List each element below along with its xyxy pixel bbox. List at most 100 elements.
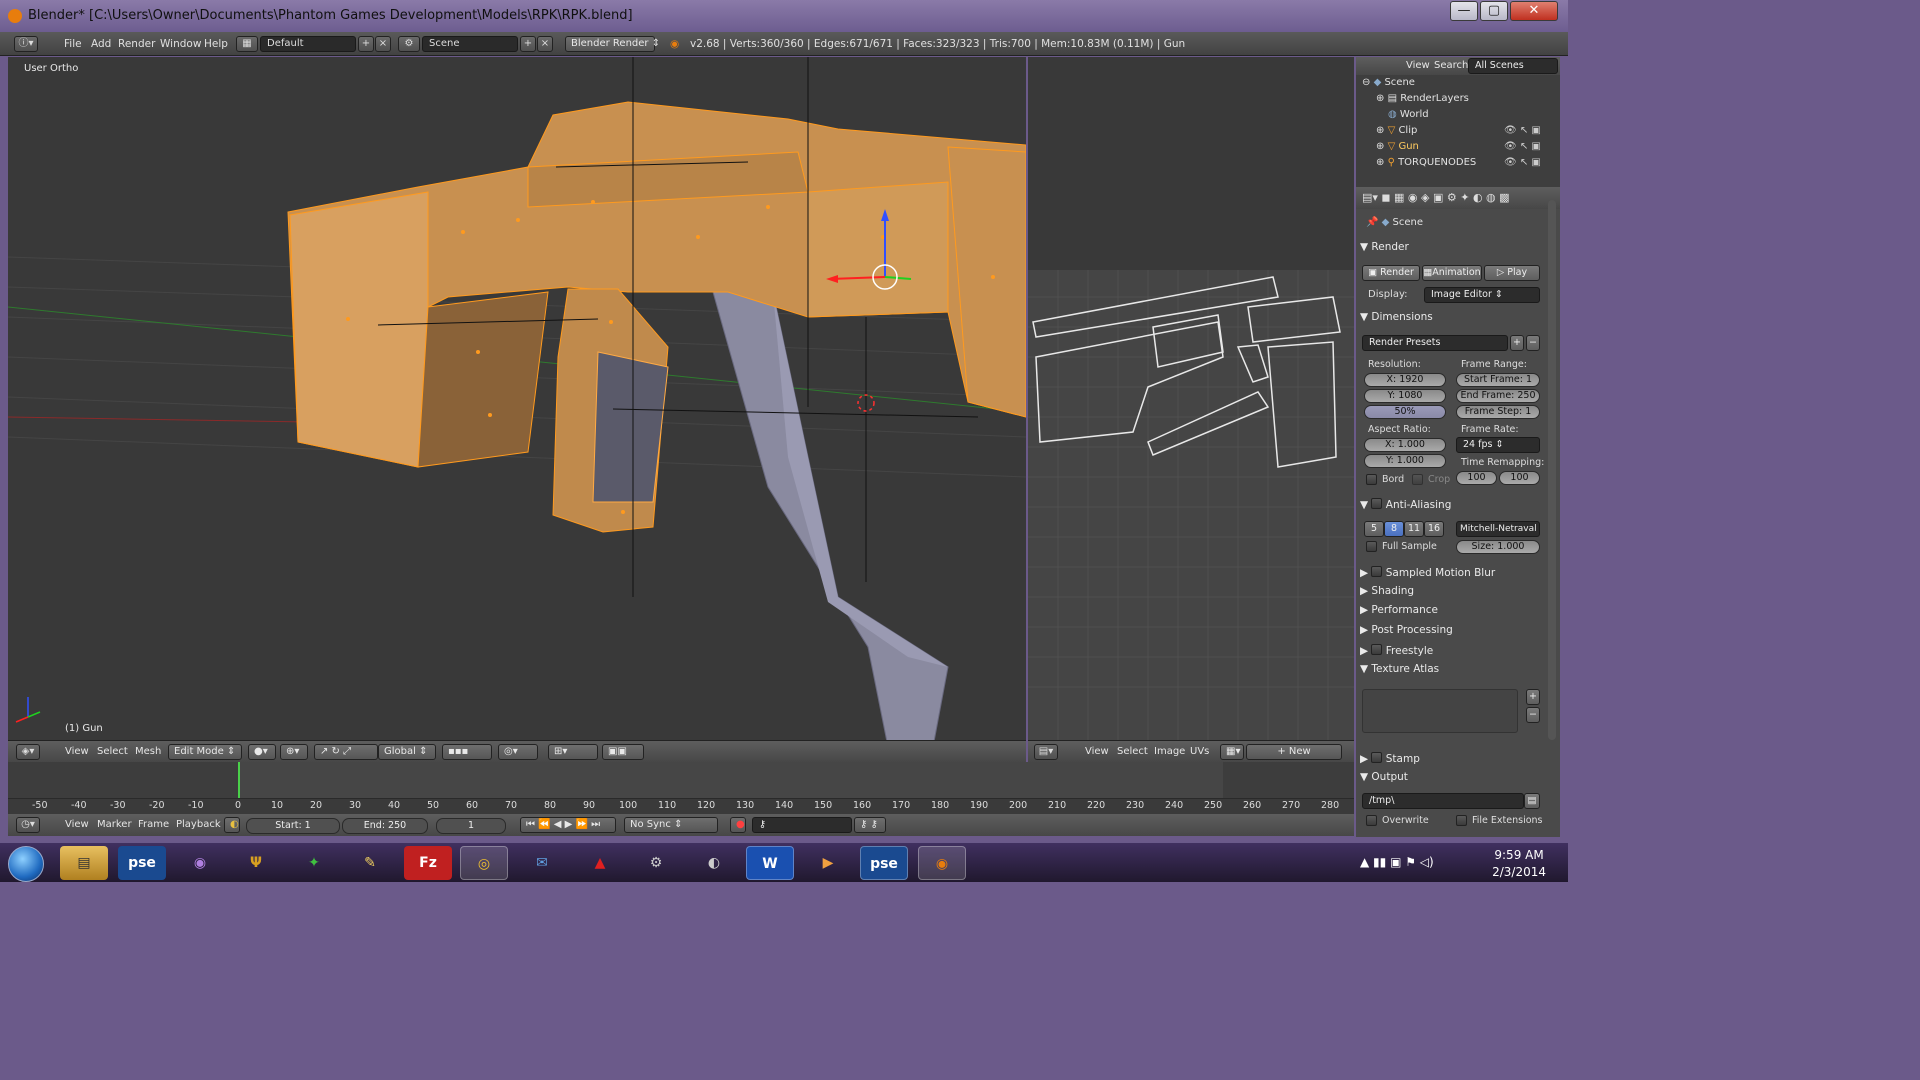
render-preview-buttons[interactable]: ▣▣ — [602, 744, 644, 760]
aa-samples-5[interactable]: 5 — [1364, 521, 1384, 537]
end-frame-field[interactable]: End: 250 — [342, 818, 428, 834]
aa-samples-8[interactable]: 8 — [1384, 521, 1404, 537]
paint-taskbar-icon[interactable]: ✎ — [346, 846, 394, 880]
stamp-checkbox[interactable] — [1371, 752, 1383, 763]
remove-preset-button[interactable]: − — [1526, 335, 1540, 351]
3d-viewport[interactable]: User Ortho (1) Gun — [8, 57, 1026, 740]
aspect-x-field[interactable]: X: 1.000 — [1364, 438, 1446, 452]
resolution-y-field[interactable]: Y: 1080 — [1364, 389, 1446, 403]
menu-help[interactable]: Help — [204, 38, 228, 50]
current-frame-field[interactable]: 1 — [436, 818, 506, 834]
aa-samples-16[interactable]: 16 — [1424, 521, 1444, 537]
play-button[interactable]: ▷ Play — [1484, 265, 1540, 281]
uv-menu-view[interactable]: View — [1085, 746, 1109, 757]
motion-blur-checkbox[interactable] — [1371, 566, 1383, 577]
photoshop-elements-2-taskbar-icon[interactable]: pse — [860, 846, 908, 880]
properties-scrollbar[interactable] — [1548, 200, 1556, 740]
menu-window[interactable]: Window — [160, 38, 201, 50]
end-frame-property[interactable]: End Frame: 250 — [1456, 389, 1540, 403]
proportional-edit-select[interactable]: ◎▾ — [498, 744, 538, 760]
antialiasing-checkbox[interactable] — [1371, 498, 1383, 509]
freestyle-panel-header[interactable]: ▶ Freestyle — [1360, 643, 1540, 661]
frame-step-property[interactable]: Frame Step: 1 — [1456, 405, 1540, 419]
animation-button[interactable]: ▦Animation — [1422, 265, 1482, 281]
autodesk-taskbar-icon[interactable]: ▲ — [576, 846, 624, 880]
tl-menu-view[interactable]: View — [65, 819, 89, 830]
snap-select[interactable]: ⊞▾ — [548, 744, 598, 760]
resolution-x-field[interactable]: X: 1920 — [1364, 373, 1446, 387]
output-path-field[interactable]: /tmp\ — [1362, 793, 1524, 809]
menu-file[interactable]: File — [64, 38, 82, 50]
crop-checkbox[interactable] — [1412, 474, 1423, 485]
app-taskbar-icon[interactable]: ◉ — [176, 846, 224, 880]
atlas-remove-button[interactable]: − — [1526, 707, 1540, 723]
uv-menu-uvs[interactable]: UVs — [1190, 746, 1209, 757]
word-taskbar-icon[interactable]: W — [746, 846, 794, 880]
media-player-taskbar-icon[interactable]: ▶ — [804, 846, 852, 880]
start-frame-property[interactable]: Start Frame: 1 — [1456, 373, 1540, 387]
add-layout-icon[interactable]: + — [358, 36, 374, 52]
steam-taskbar-icon[interactable]: ⚙ — [632, 846, 680, 880]
folder-browse-icon[interactable]: ▤ — [1524, 793, 1540, 809]
uv-image-editor[interactable] — [1028, 57, 1354, 740]
menu-add[interactable]: Add — [91, 38, 111, 50]
texture-atlas-list[interactable] — [1362, 689, 1518, 733]
manipulator-buttons[interactable]: ↗ ↻ ⤢ — [314, 744, 378, 760]
border-checkbox[interactable] — [1366, 474, 1377, 485]
editor-type-timeline-icon[interactable]: ◷▾ — [16, 817, 40, 833]
file-extensions-checkbox[interactable] — [1456, 815, 1467, 826]
uv-menu-select[interactable]: Select — [1117, 746, 1148, 757]
stamp-panel-header[interactable]: ▶ Stamp — [1360, 751, 1540, 769]
full-sample-checkbox[interactable] — [1366, 541, 1377, 552]
editor-type-info-icon[interactable]: ⓘ▾ — [14, 36, 38, 52]
menu-view[interactable]: View — [65, 746, 89, 757]
tool-taskbar-icon[interactable]: Ψ — [232, 846, 280, 880]
tl-menu-frame[interactable]: Frame — [138, 819, 169, 830]
aa-size-field[interactable]: Size: 1.000 — [1456, 540, 1540, 554]
system-clock[interactable]: 9:59 AM 2/3/2014 — [1492, 847, 1546, 881]
performance-panel-header[interactable]: ▶ Performance — [1360, 604, 1540, 622]
dimensions-panel-header[interactable]: ▼ Dimensions — [1360, 311, 1540, 329]
menu-select[interactable]: Select — [97, 746, 128, 757]
pivot-select[interactable]: ⊕▾ — [280, 744, 308, 760]
blender-taskbar-icon[interactable]: ◉ — [918, 846, 966, 880]
filezilla-taskbar-icon[interactable]: Fz — [404, 846, 452, 880]
outliner-menu-view[interactable]: View — [1406, 60, 1430, 71]
remove-scene-icon[interactable]: × — [537, 36, 553, 52]
start-frame-field[interactable]: Start: 1 — [246, 818, 340, 834]
keyframe-buttons[interactable]: ⚷ ⚷ — [854, 817, 886, 833]
render-panel-header[interactable]: ▼ Render — [1360, 241, 1540, 259]
scene-field[interactable]: Scene — [422, 36, 518, 52]
playback-controls[interactable]: ⏮ ⏪ ◀ ▶ ⏩ ⏭ — [520, 817, 616, 833]
outliner-filter-select[interactable]: All Scenes — [1468, 58, 1558, 74]
render-engine-select[interactable]: Blender Render ⇕ — [565, 36, 660, 52]
maximize-button[interactable]: ▢ — [1480, 1, 1508, 21]
minimize-button[interactable]: — — [1450, 1, 1478, 21]
record-button[interactable]: ● — [730, 817, 746, 833]
editor-type-uv-icon[interactable]: ▤▾ — [1034, 744, 1058, 760]
render-presets-select[interactable]: Render Presets — [1362, 335, 1508, 351]
visibility-icons[interactable]: 👁 ↖ ▣ 👁 ↖ ▣ 👁 ↖ ▣ — [1504, 123, 1541, 171]
uv-menu-image[interactable]: Image — [1154, 746, 1185, 757]
crystal-taskbar-icon[interactable]: ✦ — [290, 846, 338, 880]
eclipse-taskbar-icon[interactable]: ◐ — [690, 846, 738, 880]
menu-mesh[interactable]: Mesh — [135, 746, 161, 757]
display-select[interactable]: Image Editor ⇕ — [1424, 287, 1540, 303]
start-button[interactable] — [8, 846, 44, 882]
antialiasing-panel-header[interactable]: ▼ Anti-Aliasing — [1360, 497, 1540, 515]
explorer-taskbar-icon[interactable]: ▤ — [60, 846, 108, 880]
freestyle-checkbox[interactable] — [1371, 644, 1383, 655]
remap-new-field[interactable]: 100 — [1499, 471, 1540, 485]
tl-menu-playback[interactable]: Playback — [176, 819, 221, 830]
preview-range-icon[interactable]: ◐ — [224, 817, 240, 833]
close-button[interactable]: ✕ — [1510, 1, 1558, 21]
render-button[interactable]: ▣ Render — [1362, 265, 1420, 281]
mode-select[interactable]: Edit Mode ⇕ — [168, 744, 242, 760]
frame-rate-select[interactable]: 24 fps ⇕ — [1456, 437, 1540, 453]
outliner-menu-search[interactable]: Search — [1434, 60, 1468, 71]
thunderbird-taskbar-icon[interactable]: ✉ — [518, 846, 566, 880]
keying-set-field[interactable]: ⚷ — [752, 817, 852, 833]
new-image-button[interactable]: + New — [1246, 744, 1342, 760]
properties-tabs[interactable]: ▤▾ ◼ ▦ ◉ ◈ ▣ ⚙ ✦ ◐ ◍ ▩ — [1356, 187, 1560, 209]
image-browse-icon[interactable]: ▦▾ — [1220, 744, 1244, 760]
